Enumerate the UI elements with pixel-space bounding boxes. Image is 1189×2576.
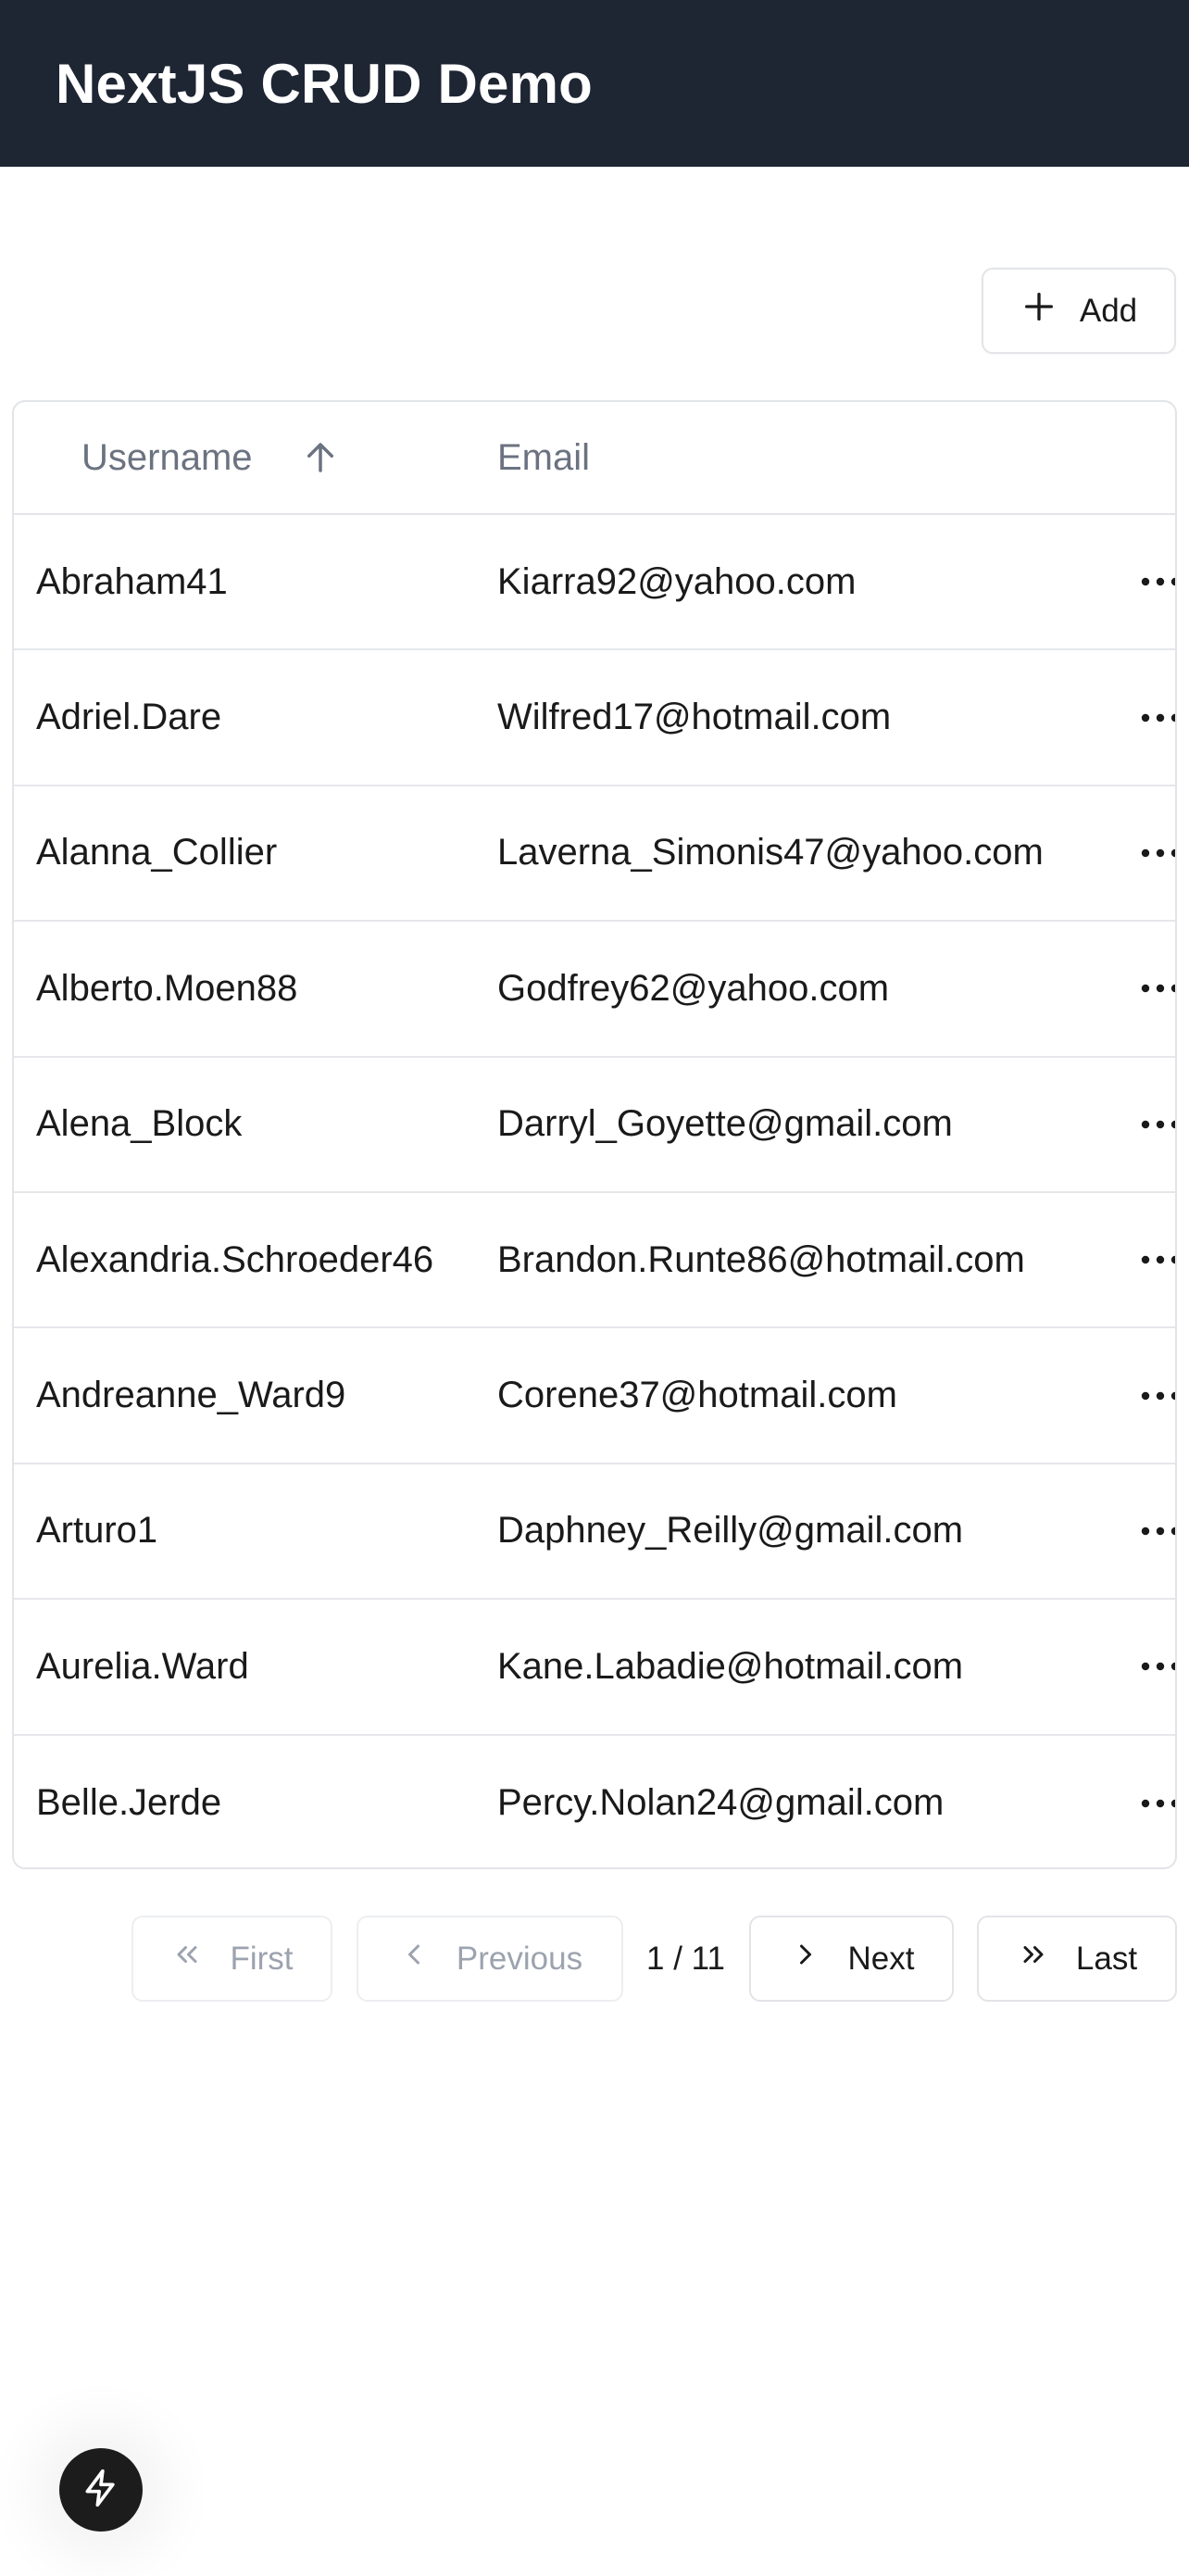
username-cell: Arturo1 bbox=[36, 1510, 158, 1552]
nextjs-dev-tools-button[interactable] bbox=[59, 2448, 143, 2532]
username-cell: Aurelia.Ward bbox=[36, 1645, 249, 1687]
username-cell: Alberto.Moen88 bbox=[36, 967, 298, 1009]
email-cell: Kiarra92@yahoo.com bbox=[497, 560, 857, 602]
row-actions-icon[interactable] bbox=[1140, 1193, 1175, 1326]
row-actions-icon[interactable] bbox=[1140, 650, 1175, 784]
table-header: Username Email bbox=[14, 402, 1175, 515]
row-actions-icon[interactable] bbox=[1140, 1328, 1175, 1462]
previous-page-button[interactable]: Previous bbox=[357, 1916, 623, 2002]
add-button-label: Add bbox=[1079, 292, 1138, 329]
row-actions-icon[interactable] bbox=[1140, 1464, 1175, 1598]
first-page-label: First bbox=[230, 1940, 294, 1977]
first-page-button[interactable]: First bbox=[131, 1916, 332, 2002]
chevron-left-icon bbox=[397, 1938, 431, 1979]
email-cell: Darryl_Goyette@gmail.com bbox=[497, 1103, 953, 1145]
table-body: Abraham41 Kiarra92@yahoo.com Adriel.Dare Wi… bbox=[14, 515, 1175, 1867]
email-cell: Laverna_Simonis47@yahoo.com bbox=[497, 832, 1044, 873]
table-row[interactable]: Alexandria.Schroeder46 Brandon.Runte86@ho… bbox=[14, 1193, 1175, 1329]
lightning-bolt-icon bbox=[81, 2468, 121, 2513]
email-cell: Kane.Labadie@hotmail.com bbox=[497, 1645, 964, 1687]
row-actions-icon[interactable] bbox=[1140, 1736, 1175, 1867]
email-cell: Percy.Nolan24@gmail.com bbox=[497, 1782, 945, 1824]
app-title: NextJS CRUD Demo bbox=[56, 52, 593, 115]
pagination: First Previous 1 / 11 Next Last bbox=[0, 1916, 1189, 2002]
last-page-label: Last bbox=[1075, 1940, 1138, 1977]
username-cell: Andreanne_Ward9 bbox=[36, 1375, 346, 1416]
chevron-right-icon bbox=[789, 1938, 822, 1979]
add-button[interactable]: Add bbox=[982, 268, 1176, 354]
email-cell: Daphney_Reilly@gmail.com bbox=[497, 1510, 964, 1552]
page-indicator: 1 / 11 bbox=[646, 1940, 725, 1977]
email-cell: Godfrey62@yahoo.com bbox=[497, 967, 890, 1009]
email-cell: Brandon.Runte86@hotmail.com bbox=[497, 1238, 1025, 1280]
table-row[interactable]: Belle.Jerde Percy.Nolan24@gmail.com bbox=[14, 1736, 1175, 1867]
next-page-label: Next bbox=[847, 1940, 915, 1977]
username-cell: Adriel.Dare bbox=[36, 697, 222, 738]
app-header: NextJS CRUD Demo bbox=[0, 0, 1189, 167]
username-cell: Alexandria.Schroeder46 bbox=[36, 1238, 434, 1280]
table-row[interactable]: Abraham41 Kiarra92@yahoo.com bbox=[14, 515, 1175, 651]
table-row[interactable]: Alanna_Collier Laverna_Simonis47@yahoo.co… bbox=[14, 786, 1175, 923]
table-row[interactable]: Alberto.Moen88 Godfrey62@yahoo.com bbox=[14, 922, 1175, 1058]
row-actions-icon[interactable] bbox=[1140, 1058, 1175, 1191]
username-cell: Belle.Jerde bbox=[36, 1782, 222, 1824]
row-actions-icon[interactable] bbox=[1140, 786, 1175, 920]
previous-page-label: Previous bbox=[456, 1940, 583, 1977]
users-table: Username Email Abraham41 Kiarra92@yahoo.c… bbox=[12, 400, 1177, 1869]
next-page-button[interactable]: Next bbox=[749, 1916, 954, 2002]
table-row[interactable]: Adriel.Dare Wilfred17@hotmail.com bbox=[14, 650, 1175, 786]
last-page-button[interactable]: Last bbox=[977, 1916, 1177, 2002]
sort-ascending-icon[interactable] bbox=[301, 438, 340, 477]
row-actions-icon[interactable] bbox=[1140, 515, 1175, 648]
column-header-username-label: Username bbox=[81, 436, 253, 478]
table-row[interactable]: Aurelia.Ward Kane.Labadie@hotmail.com bbox=[14, 1600, 1175, 1736]
chevrons-right-icon bbox=[1017, 1938, 1050, 1979]
column-header-username[interactable]: Username bbox=[81, 402, 340, 513]
table-row[interactable]: Alena_Block Darryl_Goyette@gmail.com bbox=[14, 1058, 1175, 1193]
row-actions-icon[interactable] bbox=[1140, 1600, 1175, 1733]
username-cell: Alena_Block bbox=[36, 1103, 243, 1145]
username-cell: Abraham41 bbox=[36, 560, 228, 602]
email-cell: Wilfred17@hotmail.com bbox=[497, 697, 892, 738]
table-row[interactable]: Arturo1 Daphney_Reilly@gmail.com bbox=[14, 1464, 1175, 1601]
table-row[interactable]: Andreanne_Ward9 Corene37@hotmail.com bbox=[14, 1328, 1175, 1464]
chevrons-left-icon bbox=[170, 1938, 204, 1979]
username-cell: Alanna_Collier bbox=[36, 832, 278, 873]
row-actions-icon[interactable] bbox=[1140, 922, 1175, 1055]
email-cell: Corene37@hotmail.com bbox=[497, 1375, 897, 1416]
column-header-email[interactable]: Email bbox=[497, 402, 590, 513]
plus-icon bbox=[1020, 288, 1058, 333]
column-header-email-label: Email bbox=[497, 436, 591, 478]
